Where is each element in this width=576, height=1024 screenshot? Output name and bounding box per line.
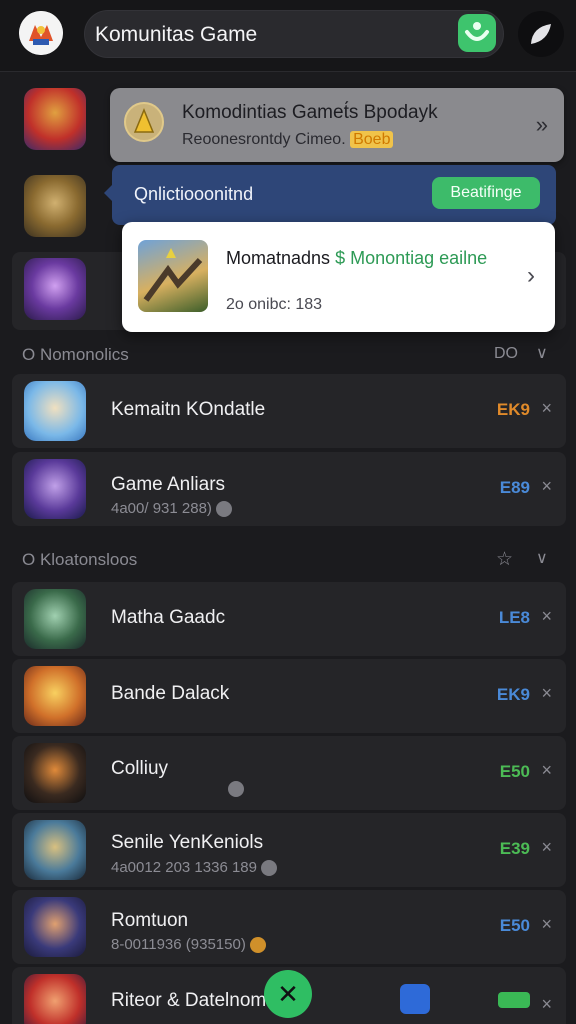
close-icon[interactable]: ×: [541, 760, 552, 781]
game-title: Kemaitn KOndatle: [111, 399, 266, 420]
section-header-2: O Kloatonsloos: [22, 550, 138, 569]
search-bar[interactable]: [84, 10, 504, 58]
list-item[interactable]: Game Anliars 4a00/ 931 288) E89 ×: [12, 452, 566, 526]
status-badge: E39: [499, 839, 530, 858]
tooltip-action-button[interactable]: Beatifinge: [432, 177, 540, 209]
section-action-1[interactable]: DO: [494, 345, 518, 363]
game-meta-text: 4a00/ 931 288): [111, 500, 212, 517]
status-badge: E50: [499, 762, 530, 781]
list-item[interactable]: Bande Dalack EK9 ×: [12, 659, 566, 733]
status-badge: E50: [499, 916, 530, 935]
list-item[interactable]: Colliuy E50 ×: [12, 736, 566, 810]
game-title: Bande Dalack: [111, 683, 230, 704]
chevron-down-icon[interactable]: ∨: [536, 548, 548, 568]
close-icon[interactable]: ×: [541, 476, 552, 497]
home-nav-icon[interactable]: [400, 984, 430, 1014]
game-icon: [24, 381, 86, 441]
game-meta: 4a0012 203 1336 189: [111, 859, 277, 877]
chevron-right-icon[interactable]: ›: [527, 262, 535, 290]
search-submit-button[interactable]: [458, 14, 496, 52]
game-thumbnail-1[interactable]: [24, 88, 86, 150]
featured-game-title: Momatnadns $ Monontiag eailne: [226, 246, 496, 270]
list-item[interactable]: Matha Gaadc LE8 ×: [12, 582, 566, 656]
info-icon: [224, 780, 244, 798]
game-icon: [24, 666, 86, 726]
notification-tag: Boeb: [350, 131, 394, 148]
chevron-right-icon[interactable]: »: [536, 112, 548, 138]
game-thumbnail-3[interactable]: [24, 258, 86, 320]
tag-nav-icon[interactable]: [498, 992, 530, 1008]
search-input[interactable]: [95, 19, 445, 51]
close-icon[interactable]: ×: [541, 398, 552, 419]
section-header-1: O Nomonolics: [22, 345, 129, 364]
notification-card[interactable]: Komodintias Gamet́s Bpodayk Reoonesrontd…: [110, 88, 564, 162]
trophy-icon: [124, 102, 164, 142]
tooltip-pointer: [104, 183, 114, 203]
game-thumbnail-2[interactable]: [24, 175, 86, 237]
game-meta: 4a00/ 931 288): [111, 500, 232, 518]
status-badge: LE8: [498, 608, 530, 627]
info-dot: [228, 781, 244, 798]
close-icon[interactable]: ×: [541, 837, 552, 858]
tooltip-label: Qnlictiooonitnd: [134, 184, 254, 204]
tooltip-banner: Qnlictiooonitnd Beatifinge: [104, 165, 556, 225]
status-badge: EK9: [496, 400, 530, 419]
status-badge: EK9: [496, 685, 530, 704]
game-title: Game Anliars: [111, 474, 226, 495]
close-icon[interactable]: ×: [541, 683, 552, 704]
list-item[interactable]: Kemaitn KOndatle EK9 ×: [12, 374, 566, 448]
header-action-button[interactable]: [518, 11, 564, 57]
list-item[interactable]: Senile YenKeniols 4a0012 203 1336 189 E3…: [12, 813, 566, 887]
star-icon[interactable]: ☆: [496, 548, 513, 571]
game-icon: [24, 743, 86, 803]
game-title: Colliuy: [111, 758, 169, 779]
leaf-icon: [531, 24, 551, 44]
game-icon: [24, 820, 86, 880]
app-logo-icon[interactable]: [19, 11, 63, 55]
featured-game-meta: 2o onibc: 183: [226, 296, 323, 313]
game-meta-text: 8-0011936 (935150): [111, 936, 246, 953]
close-icon[interactable]: ×: [541, 994, 552, 1015]
featured-game-thumbnail: [138, 240, 208, 312]
notification-subtitle: Reoonesrontdy Cimeo. Boeb: [182, 131, 394, 149]
game-title: Romtuon: [111, 910, 189, 931]
info-icon: [215, 501, 232, 518]
game-meta: 8-0011936 (935150): [111, 936, 266, 954]
chevron-down-icon[interactable]: ∨: [536, 343, 548, 363]
notification-subtitle-text: Reoonesrontdy Cimeo.: [182, 131, 346, 148]
game-meta-text: 4a0012 203 1336 189: [111, 859, 257, 876]
close-fab-button[interactable]: ✕: [264, 970, 312, 1018]
game-icon: [24, 589, 86, 649]
game-icon: [24, 459, 86, 519]
status-badge: E89: [499, 478, 530, 497]
close-icon[interactable]: ×: [541, 606, 552, 627]
featured-game-title-highlight: $ Monontiag eailne: [335, 248, 488, 268]
smile-icon: [465, 22, 489, 41]
game-title: Matha Gaadc: [111, 607, 226, 628]
game-title: Senile YenKeniols: [111, 832, 264, 853]
featured-game-card[interactable]: Momatnadns $ Monontiag eailne 2o onibc: …: [122, 222, 555, 332]
game-title: Riteor & Datelnom: [111, 990, 267, 1011]
info-icon: [249, 937, 266, 954]
list-item[interactable]: Romtuon 8-0011936 (935150) E50 ×: [12, 890, 566, 964]
game-icon: [24, 897, 86, 957]
app-header: [0, 0, 576, 72]
game-icon: [24, 974, 86, 1024]
notification-title: Komodintias Gamet́s Bpodayk: [182, 102, 438, 123]
featured-game-title-text: Momatnadns: [226, 248, 336, 268]
info-icon: [260, 860, 277, 877]
close-icon[interactable]: ×: [541, 914, 552, 935]
